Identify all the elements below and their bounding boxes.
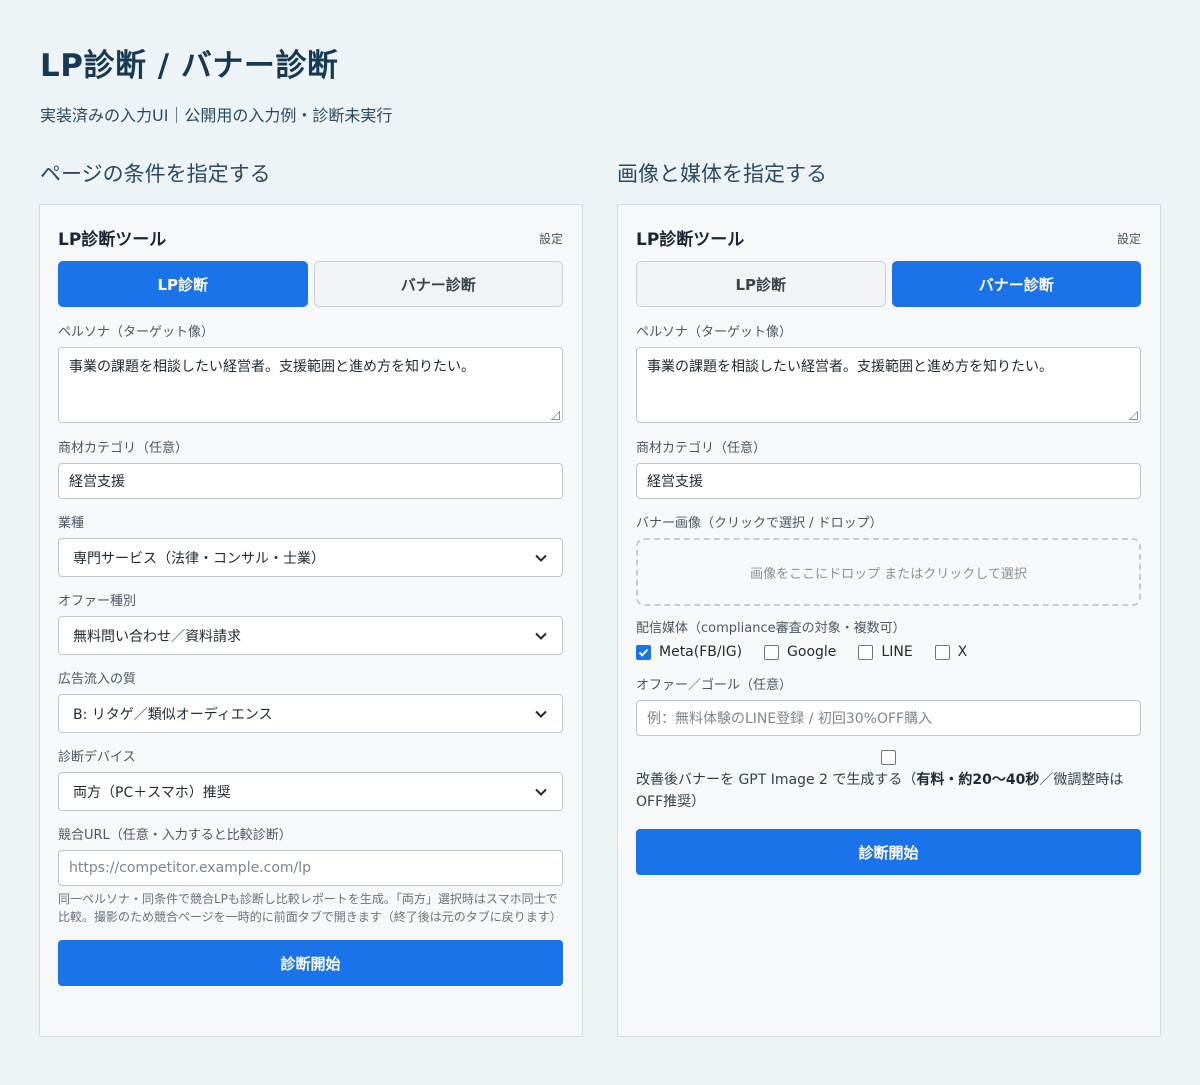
offer-type-value: 無料問い合わせ／資料請求 (73, 628, 241, 645)
settings-link[interactable]: 設定 (539, 230, 563, 247)
persona-value: 事業の課題を相談したい経営者。支援範囲と進め方を知りたい。 (647, 359, 1053, 375)
persona-value: 事業の課題を相談したい経営者。支援範囲と進め方を知りたい。 (69, 359, 475, 375)
section-heading-right: 画像と媒体を指定する (617, 162, 827, 186)
media-option-label: Meta(FB/IG) (659, 644, 743, 660)
chevron-down-icon (535, 710, 547, 718)
banner-diagnosis-panel: LP診断ツール 設定 LP診断 バナー診断 ペルソナ（ターゲット像） 事業の課題… (617, 204, 1161, 1037)
resize-grip-icon[interactable] (551, 411, 560, 420)
competitor-url-input[interactable]: https://competitor.example.com/lp (58, 850, 563, 886)
tab-lp-diagnosis[interactable]: LP診断 (58, 261, 308, 307)
traffic-quality-value: B: リタゲ／類似オーディエンス (73, 706, 273, 723)
persona-textarea[interactable]: 事業の課題を相談したい経営者。支援範囲と進め方を知りたい。 (58, 347, 563, 423)
banner-dropzone[interactable]: 画像をここにドロップ またはクリックして選択 (636, 538, 1141, 606)
offer-goal-input[interactable]: 例：無料体験のLINE登録 / 初回30%OFF購入 (636, 700, 1141, 736)
competitor-url-label: 競合URL（任意・入力すると比較診断） (58, 828, 292, 843)
category-label: 商材カテゴリ（任意） (58, 441, 189, 456)
chevron-down-icon (535, 554, 547, 562)
device-label: 診断デバイス (58, 750, 136, 765)
checkbox-icon[interactable] (764, 644, 780, 660)
page-title: LP診断 / バナー診断 (40, 48, 339, 84)
tab-lp-diagnosis[interactable]: LP診断 (636, 261, 886, 307)
page-subtitle: 実装済みの入力UI｜公開用の入力例・診断未実行 (40, 106, 393, 125)
offer-type-select[interactable]: 無料問い合わせ／資料請求 (58, 616, 563, 655)
category-input[interactable]: 経営支援 (58, 463, 563, 499)
tab-banner-diagnosis[interactable]: バナー診断 (313, 261, 563, 307)
media-option-google[interactable]: Google (764, 644, 836, 660)
category-value: 経営支援 (647, 474, 703, 490)
chevron-down-icon (535, 788, 547, 796)
industry-value: 専門サービス（法律・コンサル・士業） (73, 550, 325, 567)
mode-tabs: LP診断 バナー診断 (636, 261, 1141, 307)
resize-grip-icon[interactable] (1129, 411, 1138, 420)
media-option-line[interactable]: LINE (858, 644, 913, 660)
media-option-label: LINE (881, 644, 913, 660)
dropzone-text: 画像をここにドロップ またはクリックして選択 (750, 566, 1027, 582)
start-diagnosis-button[interactable]: 診断開始 (636, 829, 1141, 875)
category-label: 商材カテゴリ（任意） (636, 441, 767, 456)
offer-type-label: オファー種別 (58, 594, 137, 609)
category-input[interactable]: 経営支援 (636, 463, 1141, 499)
traffic-quality-label: 広告流入の質 (58, 672, 137, 687)
gpt-text-bold: 有料・約20〜40秒 (916, 772, 1040, 788)
persona-label: ペルソナ（ターゲット像） (636, 325, 793, 340)
category-value: 経営支援 (69, 474, 125, 490)
media-label: 配信媒体（compliance審査の対象・複数可） (636, 621, 906, 636)
mode-tabs: LP診断 バナー診断 (58, 261, 563, 307)
tab-banner-diagnosis[interactable]: バナー診断 (891, 261, 1141, 307)
section-heading-left: ページの条件を指定する (40, 162, 271, 186)
lp-diagnosis-panel: LP診断ツール 設定 LP診断 バナー診断 ペルソナ（ターゲット像） 事業の課題… (39, 204, 583, 1037)
banner-image-label: バナー画像（クリックで選択 / ドロップ） (636, 516, 883, 531)
gpt-image-checkbox[interactable] (881, 750, 896, 765)
checkbox-icon[interactable] (934, 644, 950, 660)
media-option-label: Google (787, 644, 837, 660)
competitor-url-placeholder: https://competitor.example.com/lp (69, 860, 312, 876)
gpt-text-before: 改善後バナーを GPT Image 2 で生成する（ (636, 772, 917, 788)
start-diagnosis-button[interactable]: 診断開始 (58, 940, 563, 986)
persona-textarea[interactable]: 事業の課題を相談したい経営者。支援範囲と進め方を知りたい。 (636, 347, 1141, 423)
device-select[interactable]: 両方（PC＋スマホ）推奨 (58, 772, 563, 811)
traffic-quality-select[interactable]: B: リタゲ／類似オーディエンス (58, 694, 563, 733)
competitor-help-text: 同一ペルソナ・同条件で競合LPも診断し比較レポートを生成。「両方」選択時はスマホ… (58, 892, 562, 924)
media-checkbox-group: Meta(FB/IG) Google LINE X (636, 641, 1141, 663)
checkbox-checked-icon[interactable] (636, 644, 651, 660)
industry-label: 業種 (58, 516, 85, 531)
tool-title: LP診断ツール (636, 230, 745, 250)
device-value: 両方（PC＋スマホ）推奨 (73, 784, 231, 801)
media-option-label: X (957, 644, 968, 660)
tool-title: LP診断ツール (58, 230, 167, 250)
checkbox-icon[interactable] (858, 644, 874, 660)
offer-goal-label: オファー／ゴール（任意） (636, 678, 793, 693)
gpt-image-option-text: 改善後バナーを GPT Image 2 で生成する（有料・約20〜40秒／微調整… (636, 769, 1141, 813)
industry-select[interactable]: 専門サービス（法律・コンサル・士業） (58, 538, 563, 577)
persona-label: ペルソナ（ターゲット像） (58, 325, 215, 340)
media-option-x[interactable]: X (934, 644, 968, 660)
chevron-down-icon (535, 632, 547, 640)
offer-goal-placeholder: 例：無料体験のLINE登録 / 初回30%OFF購入 (647, 711, 933, 727)
settings-link[interactable]: 設定 (1117, 230, 1141, 247)
media-option-meta[interactable]: Meta(FB/IG) (636, 644, 742, 660)
